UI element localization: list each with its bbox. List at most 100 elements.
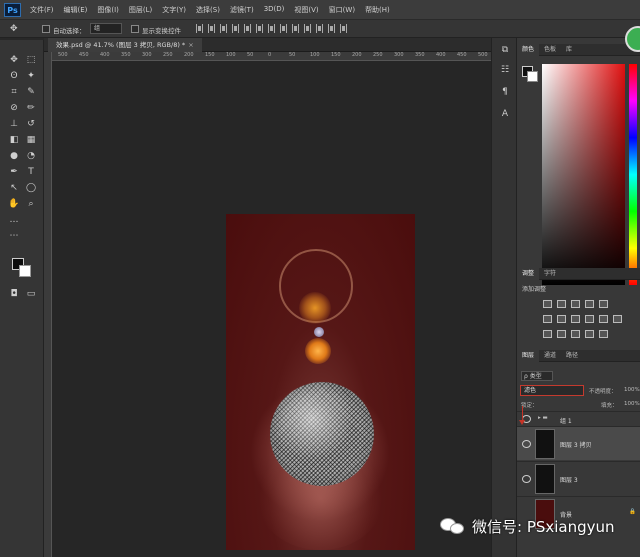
menu-help[interactable]: 帮助(H)	[365, 5, 390, 15]
hand-icon[interactable]: ✋	[7, 198, 21, 210]
tab-channels[interactable]: 通道	[539, 350, 561, 362]
hue-saturation-icon[interactable]	[543, 315, 552, 323]
distribute-right-icon[interactable]	[328, 24, 335, 33]
more-tools-icon[interactable]: …	[7, 214, 21, 226]
align-hcenter-icon[interactable]	[244, 24, 251, 33]
menu-window[interactable]: 窗口(W)	[329, 5, 355, 15]
tab-color[interactable]: 颜色	[517, 44, 540, 56]
menu-filter[interactable]: 滤镜(T)	[230, 5, 254, 15]
selective-color-icon[interactable]	[585, 330, 594, 338]
ruler-tick: 150	[205, 52, 215, 58]
visibility-eye-icon[interactable]	[522, 475, 531, 483]
threshold-icon[interactable]	[571, 330, 580, 338]
layer-filter-kind[interactable]: ρ 类型	[521, 371, 553, 381]
exposure-icon[interactable]	[585, 300, 594, 308]
blur-icon[interactable]: ●	[7, 150, 21, 162]
ellipse-icon[interactable]: ◯	[24, 182, 38, 194]
auto-align-icon[interactable]	[340, 24, 347, 33]
color-lookup-icon[interactable]	[613, 315, 622, 323]
distribute-top-icon[interactable]	[268, 24, 275, 33]
distribute-left-icon[interactable]	[304, 24, 311, 33]
channel-mixer-icon[interactable]	[599, 315, 608, 323]
marquee-icon[interactable]: ⬚	[24, 54, 38, 66]
healing-brush-icon[interactable]: ⊘	[7, 102, 21, 114]
gradient-map-icon[interactable]	[599, 330, 608, 338]
paragraph-icon[interactable]: ¶	[499, 86, 511, 98]
history-brush-icon[interactable]: ↺	[24, 118, 38, 130]
history-icon[interactable]: ⧉	[499, 44, 511, 56]
align-bottom-icon[interactable]	[220, 24, 227, 33]
tab-layers[interactable]: 图层	[517, 350, 540, 362]
color-balance-icon[interactable]	[557, 315, 566, 323]
vibrance-icon[interactable]	[599, 300, 608, 308]
move-tool-icon[interactable]: ✥	[10, 24, 18, 34]
menu-layer[interactable]: 图层(L)	[129, 5, 152, 15]
quick-mask-icon[interactable]: ◘	[7, 288, 21, 300]
auto-select-dropdown[interactable]: 组	[90, 23, 122, 34]
brush-icon[interactable]: ✏	[24, 102, 38, 114]
clone-stamp-icon[interactable]: ⊥	[7, 118, 21, 130]
levels-icon[interactable]	[557, 300, 566, 308]
gradient-icon[interactable]: ▦	[24, 134, 38, 146]
layer-row[interactable]: 图层 3	[517, 461, 640, 495]
color-panel-background[interactable]	[527, 71, 538, 82]
screen-mode-icon[interactable]: ▭	[24, 288, 38, 300]
edit-toolbar-icon[interactable]: ⋯	[7, 230, 21, 242]
tab-swatches[interactable]: 色板	[539, 44, 561, 56]
canvas-area[interactable]	[52, 61, 491, 557]
eraser-icon[interactable]: ◧	[7, 134, 21, 146]
ruler-tick: 50	[289, 52, 296, 58]
menu-3d[interactable]: 3D(D)	[264, 5, 285, 15]
eyedropper-icon[interactable]: ✎	[24, 86, 38, 98]
menu-file[interactable]: 文件(F)	[30, 5, 54, 15]
fill-value[interactable]: 100%	[624, 401, 640, 407]
distribute-vcenter-icon[interactable]	[280, 24, 287, 33]
opacity-value[interactable]: 100%	[624, 387, 640, 393]
background-color-swatch[interactable]	[19, 265, 31, 277]
layer-row-group[interactable]: ▸ ▬ 组 1	[517, 411, 640, 425]
blend-mode-dropdown[interactable]: 滤色	[520, 385, 584, 396]
move-icon[interactable]: ✥	[7, 54, 21, 66]
menu-type[interactable]: 文字(Y)	[162, 5, 186, 15]
distribute-hcenter-icon[interactable]	[316, 24, 323, 33]
character-icon[interactable]: A	[499, 108, 511, 120]
tab-paths[interactable]: 路径	[561, 350, 583, 362]
path-selection-icon[interactable]: ↖	[7, 182, 21, 194]
tab-character[interactable]: 字符	[539, 268, 561, 280]
dodge-icon[interactable]: ◔	[24, 150, 38, 162]
properties-icon[interactable]: ☷	[499, 64, 511, 76]
tab-adjustments[interactable]: 调整	[517, 268, 540, 280]
layer-row-selected[interactable]: 图层 3 拷贝	[517, 426, 640, 460]
zoom-icon[interactable]: ⌕	[24, 198, 38, 210]
document-tab-title: 效果.psd @ 41.7% (图层 3 拷贝, RGB/8) *	[56, 41, 186, 49]
auto-select-checkbox[interactable]	[42, 25, 50, 33]
document-canvas[interactable]	[226, 214, 415, 550]
align-top-icon[interactable]	[196, 24, 203, 33]
distribute-bottom-icon[interactable]	[292, 24, 299, 33]
hue-slider[interactable]	[629, 64, 637, 285]
align-right-icon[interactable]	[256, 24, 263, 33]
type-icon[interactable]: T	[24, 166, 38, 178]
brightness-icon[interactable]	[543, 300, 552, 308]
menu-image[interactable]: 图像(I)	[97, 5, 119, 15]
crop-icon[interactable]: ⌗	[7, 86, 21, 98]
magic-wand-icon[interactable]: ✦	[24, 70, 38, 82]
lasso-icon[interactable]: ʘ	[7, 70, 21, 82]
black-white-icon[interactable]	[571, 315, 580, 323]
pen-icon[interactable]: ✒	[7, 166, 21, 178]
invert-icon[interactable]	[543, 330, 552, 338]
tab-libraries[interactable]: 库	[561, 44, 577, 56]
align-left-icon[interactable]	[232, 24, 239, 33]
visibility-eye-icon[interactable]	[522, 440, 531, 448]
transform-controls-checkbox[interactable]	[131, 25, 139, 33]
menu-select[interactable]: 选择(S)	[196, 5, 220, 15]
align-vcenter-icon[interactable]	[208, 24, 215, 33]
curves-icon[interactable]	[571, 300, 580, 308]
photo-filter-icon[interactable]	[585, 315, 594, 323]
menu-view[interactable]: 视图(V)	[294, 5, 318, 15]
close-tab-icon[interactable]: ×	[188, 41, 193, 49]
menu-edit[interactable]: 编辑(E)	[64, 5, 88, 15]
document-tab[interactable]: 效果.psd @ 41.7% (图层 3 拷贝, RGB/8) * ×	[48, 38, 202, 52]
color-picker-field[interactable]	[542, 64, 625, 285]
posterize-icon[interactable]	[557, 330, 566, 338]
